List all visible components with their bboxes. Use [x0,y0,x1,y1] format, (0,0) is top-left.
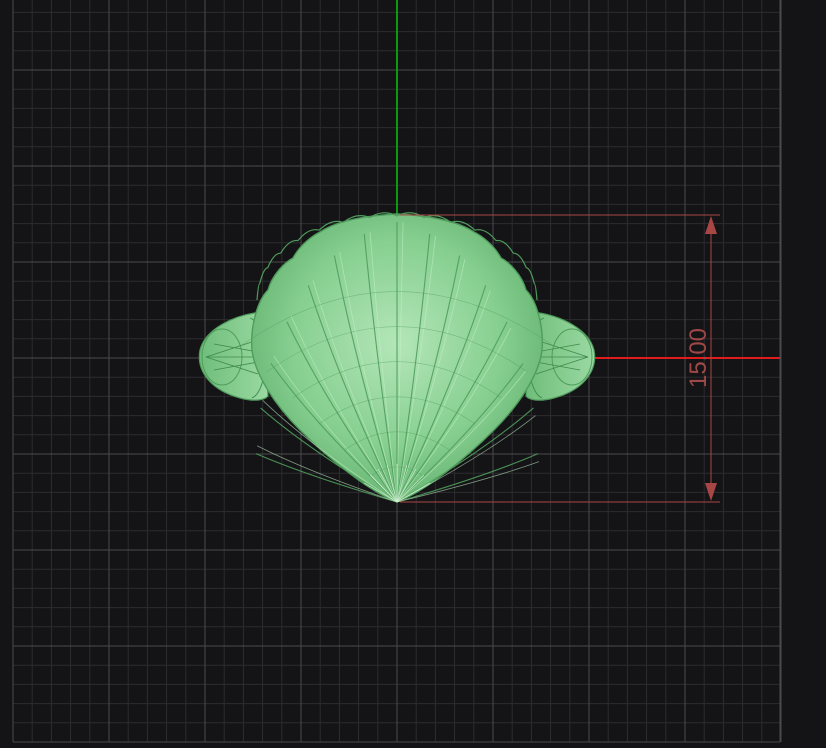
viewport-canvas[interactable]: 15.00 [0,0,826,748]
dimension-label[interactable]: 15.00 [685,328,712,388]
3d-viewport[interactable]: 15.00 [0,0,826,748]
